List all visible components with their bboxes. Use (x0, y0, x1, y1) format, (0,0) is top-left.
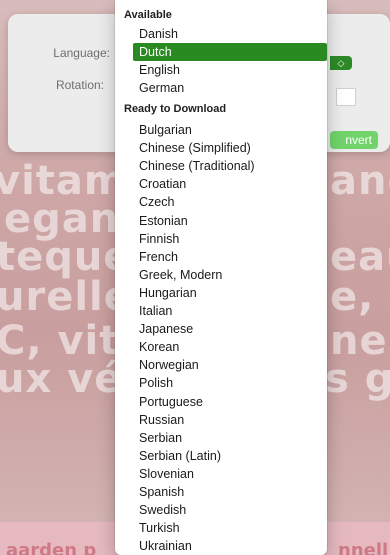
menu-item[interactable]: English (133, 61, 323, 79)
menu-item[interactable]: Estonian (133, 212, 323, 230)
rotation-field[interactable] (336, 88, 356, 106)
menu-item[interactable]: Serbian (Latin) (133, 447, 323, 465)
menu-item[interactable]: Greek, Modern (133, 266, 323, 284)
bg-text: nnell (338, 540, 389, 555)
menu-item[interactable]: Spanish (133, 483, 323, 501)
menu-item[interactable]: Swedish (133, 501, 323, 519)
menu-item[interactable]: French (133, 248, 323, 266)
menu-item[interactable]: Dutch (133, 43, 327, 61)
menu-item[interactable]: Danish (133, 25, 323, 43)
menu-item[interactable]: Chinese (Traditional) (133, 157, 323, 175)
menu-item[interactable]: Bulgarian (133, 121, 323, 139)
menu-item[interactable]: Portuguese (133, 393, 323, 411)
bg-text: and (330, 158, 390, 204)
language-dropdown-menu: Available Danish Dutch English German Ready… (115, 0, 327, 555)
convert-button[interactable]: nvert (330, 131, 378, 149)
menu-item[interactable]: Czech (133, 193, 323, 211)
menu-item[interactable]: Finnish (133, 230, 323, 248)
menu-item[interactable]: Chinese (Simplified) (133, 139, 323, 157)
menu-item[interactable]: Ukrainian (133, 537, 323, 555)
menu-item[interactable]: Polish (133, 374, 323, 392)
menu-item[interactable]: Hungarian (133, 284, 323, 302)
menu-item[interactable]: Russian (133, 411, 323, 429)
language-select-chevron-icon[interactable]: ◇ (330, 56, 352, 70)
rotation-label: Rotation: (55, 78, 104, 92)
menu-item[interactable]: Korean (133, 338, 323, 356)
menu-item[interactable]: Turkish (133, 519, 323, 537)
language-label: Language: (53, 46, 110, 60)
menu-item[interactable]: German (133, 79, 323, 97)
menu-item[interactable]: Serbian (133, 429, 323, 447)
menu-item[interactable]: Norwegian (133, 356, 323, 374)
bg-text: e, g (330, 274, 390, 320)
bg-text: s glu (325, 356, 390, 402)
menu-item[interactable]: Italian (133, 302, 323, 320)
menu-header-download: Ready to Download (124, 103, 227, 115)
menu-item[interactable]: Croatian (133, 175, 323, 193)
bg-text: aarden p (6, 540, 97, 555)
menu-item[interactable]: Japanese (133, 320, 323, 338)
menu-item[interactable]: Slovenian (133, 465, 323, 483)
menu-header-available: Available (124, 9, 172, 21)
